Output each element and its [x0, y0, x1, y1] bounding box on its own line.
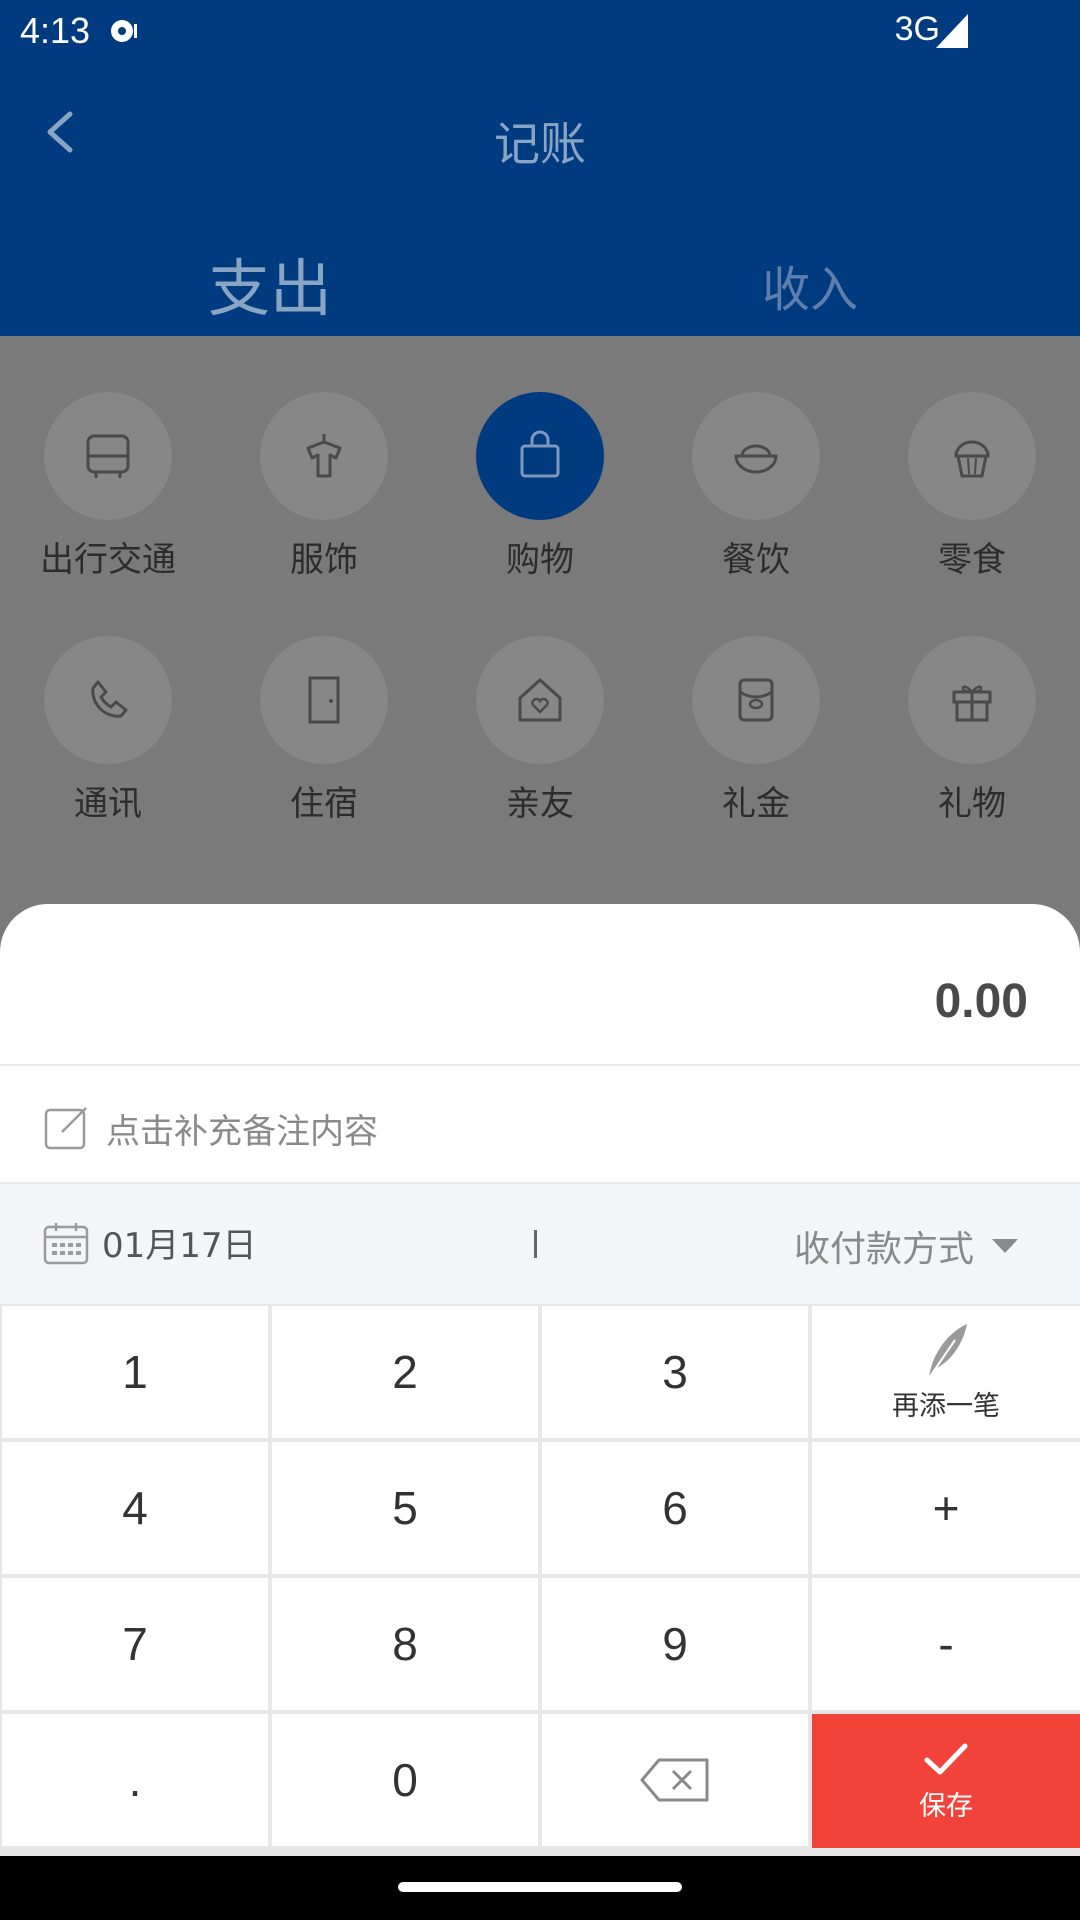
rice-bowl-icon [734, 444, 778, 474]
category-circle [476, 636, 604, 764]
category-gift-money[interactable]: 礼金 [648, 636, 864, 825]
category-circle [908, 392, 1036, 520]
tab-expense[interactable]: 支出 [0, 238, 540, 328]
divider [0, 1064, 1080, 1066]
save-button[interactable]: 保存 [812, 1714, 1080, 1848]
door-icon [308, 676, 340, 724]
key-7[interactable]: 7 [2, 1578, 268, 1710]
payment-method-label: 收付款方式 [793, 1229, 974, 1270]
feather-icon [928, 1323, 967, 1379]
category-clothing[interactable]: 服饰 [216, 392, 432, 581]
date-picker[interactable]: 01月17日 [42, 1218, 257, 1267]
category-label: 出行交通 [40, 540, 176, 580]
category-label: 礼物 [938, 784, 1006, 824]
app-bar: 记账 支出 收入 [0, 64, 1080, 336]
category-circle [44, 636, 172, 764]
text-cursor [534, 1230, 537, 1258]
calendar-icon [43, 1222, 89, 1264]
category-telecom[interactable]: 通讯 [0, 636, 216, 825]
add-another-label: 再添一笔 [892, 1390, 1000, 1422]
category-label: 礼金 [722, 784, 790, 824]
category-circle [44, 392, 172, 520]
system-nav-bar [0, 1856, 1080, 1920]
category-transport[interactable]: 出行交通 [0, 392, 216, 581]
note-field[interactable]: 点击补充备注内容 [42, 1100, 378, 1156]
key-2[interactable]: 2 [272, 1306, 538, 1438]
media-icon [111, 20, 137, 42]
date-payment-row: 01月17日 收付款方式 [0, 1184, 1080, 1304]
checkmark-icon [924, 1743, 968, 1774]
numeric-keypad: 1 2 3 再添一笔 4 5 6 + 7 8 9 - . 0 保存 [0, 1304, 1080, 1856]
key-8[interactable]: 8 [272, 1578, 538, 1710]
bus-icon [86, 434, 130, 478]
phone-icon [91, 680, 128, 718]
shopping-bag-icon [520, 430, 560, 478]
house-heart-icon [518, 678, 562, 722]
home-indicator[interactable] [398, 1882, 682, 1892]
category-label: 通讯 [74, 784, 142, 824]
payment-method-dropdown[interactable]: 收付款方式 [794, 1220, 1018, 1272]
entry-sheet: 0.00 点击补充备注内容 01月17日 收付款方式 1 2 3 再添一笔 4 … [0, 904, 1080, 1856]
category-circle [692, 636, 820, 764]
edit-note-icon [44, 1107, 87, 1150]
add-another-button[interactable]: 再添一笔 [812, 1306, 1080, 1438]
key-plus[interactable]: + [812, 1442, 1080, 1574]
key-1[interactable]: 1 [2, 1306, 268, 1438]
category-grid: 出行交通 服饰 购物 餐饮 零食 通讯 住宿 亲友 礼金 礼物 [0, 336, 1080, 936]
key-5[interactable]: 5 [272, 1442, 538, 1574]
category-circle [908, 636, 1036, 764]
category-gift[interactable]: 礼物 [864, 636, 1080, 825]
category-label: 购物 [506, 540, 574, 580]
category-label: 零食 [938, 540, 1006, 580]
status-time: 4:13 [20, 10, 91, 51]
tab-income[interactable]: 收入 [540, 250, 1080, 320]
gift-icon [952, 685, 992, 722]
key-decimal[interactable]: . [2, 1714, 268, 1846]
key-6[interactable]: 6 [542, 1442, 808, 1574]
category-shopping[interactable]: 购物 [432, 392, 648, 581]
page-title: 记账 [494, 117, 586, 171]
category-label: 亲友 [506, 784, 574, 824]
backspace-icon [640, 1758, 709, 1802]
key-9[interactable]: 9 [542, 1578, 808, 1710]
network-type: 3G [894, 10, 940, 48]
save-label: 保存 [919, 1790, 973, 1822]
key-3[interactable]: 3 [542, 1306, 808, 1438]
cupcake-icon [954, 440, 990, 478]
backspace-button[interactable] [542, 1714, 808, 1846]
category-circle [476, 392, 604, 520]
key-minus[interactable]: - [812, 1578, 1080, 1710]
category-snacks[interactable]: 零食 [864, 392, 1080, 581]
shirt-icon [306, 434, 342, 478]
category-circle [260, 636, 388, 764]
category-label: 餐饮 [722, 540, 790, 580]
signal-icon [936, 14, 968, 48]
note-placeholder: 点击补充备注内容 [106, 1111, 378, 1152]
category-label: 服饰 [290, 540, 358, 580]
category-circle [260, 392, 388, 520]
key-0[interactable]: 0 [272, 1714, 538, 1846]
amount-display: 0.00 [934, 975, 1028, 1028]
dropdown-arrow-icon [992, 1239, 1018, 1253]
red-envelope-icon [738, 678, 774, 722]
category-dining[interactable]: 餐饮 [648, 392, 864, 581]
status-bar: 4:13 3G [0, 0, 1080, 64]
key-4[interactable]: 4 [2, 1442, 268, 1574]
category-label: 住宿 [290, 784, 358, 824]
category-family[interactable]: 亲友 [432, 636, 648, 825]
category-lodging[interactable]: 住宿 [216, 636, 432, 825]
category-circle [692, 392, 820, 520]
date-text: 01月17日 [102, 1226, 257, 1266]
